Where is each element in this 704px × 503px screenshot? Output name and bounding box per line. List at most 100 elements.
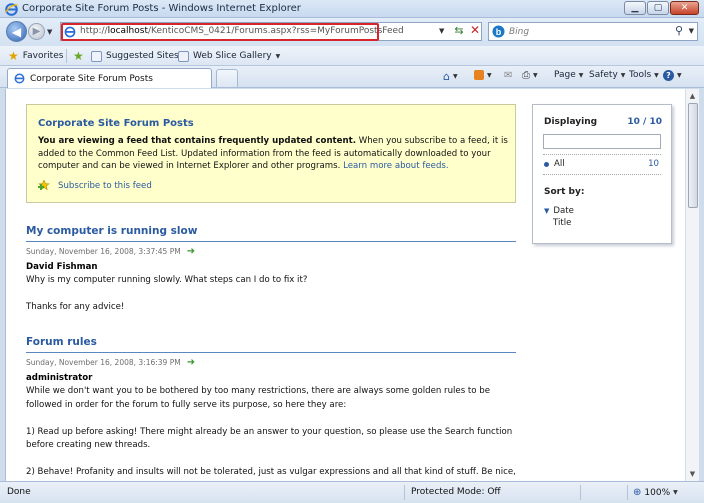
filter-input[interactable] <box>543 134 661 149</box>
post-divider <box>26 241 516 242</box>
chevron-down-icon: ▼ <box>677 72 682 79</box>
page-content: Corporate Site Forum Posts You are viewi… <box>5 89 685 481</box>
tab-corporate-site-forum-posts[interactable]: Corporate Site Forum Posts <box>7 68 212 88</box>
divider <box>627 485 628 500</box>
forward-arrow-icon: ▶ <box>32 26 41 37</box>
feed-title: Corporate Site Forum Posts <box>38 118 194 129</box>
filter-all-count: 10 <box>648 159 659 169</box>
feeds-button[interactable]: ▼ <box>474 70 492 80</box>
favorites-star-icon: ★ <box>8 49 19 63</box>
new-tab-button[interactable] <box>216 69 238 87</box>
subscribe-link[interactable]: Subscribe to this feed <box>58 181 152 191</box>
suggested-sites-icon <box>91 50 102 62</box>
vertical-scrollbar[interactable]: ▲ ▼ <box>685 89 699 481</box>
chevron-down-icon: ▼ <box>452 73 458 80</box>
scroll-up-icon[interactable]: ▲ <box>686 89 699 103</box>
address-dropdown-icon[interactable]: ▼ <box>439 27 444 35</box>
minimize-button[interactable]: ▁ <box>624 1 646 15</box>
read-mail-button[interactable]: ✉ <box>504 70 512 81</box>
post-author: David Fishman <box>26 262 98 272</box>
stop-icon[interactable]: ✕ <box>468 23 482 39</box>
sort-by-title-link[interactable]: Title <box>553 218 571 228</box>
zoom-control[interactable]: ⊕ 100% ▼ <box>633 487 678 498</box>
search-input[interactable]: Bing <box>509 27 529 37</box>
feed-filter-panel: Displaying 10 / 10 All 10 Sort by: ▼ Dat… <box>532 104 672 244</box>
status-text: Done <box>7 487 31 497</box>
bullet-icon <box>544 161 549 167</box>
divider <box>66 49 67 63</box>
home-icon: ⌂ <box>443 70 450 83</box>
favorites-bar: ★ Favorites ★ Suggested Sites ▼ Web Slic… <box>0 46 704 66</box>
search-options-dropdown[interactable]: ▼ <box>689 27 694 35</box>
address-row: ◀ ▶ ▼ http://localhost/KenticoCMS_0421/F… <box>0 18 704 46</box>
search-box[interactable]: b Bing ⚲ ▼ <box>488 22 698 41</box>
chevron-down-icon: ▼ <box>487 71 492 79</box>
sort-by-label: Sort by: <box>544 187 585 197</box>
recent-pages-dropdown[interactable]: ▼ <box>47 28 52 36</box>
scrollbar-thumb[interactable] <box>688 103 698 208</box>
subscribe-row: Subscribe to this feed <box>38 180 152 191</box>
help-button[interactable]: ? ▼ <box>663 70 682 81</box>
maximize-icon: ▢ <box>653 3 663 13</box>
sort-by-date-link[interactable]: ▼ Date <box>544 206 574 216</box>
web-slice-gallery-button[interactable]: Web Slice Gallery ▼ <box>178 49 280 63</box>
forward-button[interactable]: ▶ <box>28 23 45 40</box>
go-to-post-arrow-icon[interactable]: ➜ <box>187 357 195 368</box>
favorites-button[interactable]: ★ Favorites <box>8 49 63 63</box>
post-title-link[interactable]: Forum rules <box>26 336 97 348</box>
sort-descending-icon: ▼ <box>544 207 550 215</box>
refresh-icon[interactable]: ⇆ <box>452 24 466 39</box>
close-icon: ✕ <box>680 3 689 13</box>
post-divider <box>26 352 516 353</box>
chevron-down-icon: ▼ <box>533 72 538 79</box>
add-to-favorites-bar-button[interactable]: ★ <box>73 49 84 63</box>
home-button[interactable]: ⌂ ▼ <box>443 70 458 83</box>
safety-menu[interactable]: Safety ▼ <box>589 70 625 80</box>
address-url[interactable]: http://localhost/KenticoCMS_0421/Forums.… <box>80 26 404 36</box>
subscribe-icon <box>38 180 50 191</box>
divider <box>404 485 405 500</box>
divider <box>543 174 661 175</box>
feed-notice-box: Corporate Site Forum Posts You are viewi… <box>26 104 516 203</box>
add-favorite-icon: ★ <box>73 49 84 63</box>
zoom-icon: ⊕ <box>633 487 642 498</box>
divider <box>580 485 581 500</box>
print-icon: ⎙ <box>522 70 530 81</box>
address-bar[interactable]: http://localhost/KenticoCMS_0421/Forums.… <box>60 22 482 41</box>
feed-icon <box>474 70 484 80</box>
status-bar: Done Protected Mode: Off ⊕ 100% ▼ <box>0 481 704 503</box>
internet-explorer-icon <box>5 3 18 16</box>
displaying-count: 10 / 10 <box>627 117 662 127</box>
tab-page-icon <box>14 73 25 84</box>
post-body: Why is my computer running slowly. What … <box>26 275 308 312</box>
page-menu[interactable]: Page ▼ <box>554 70 583 80</box>
svg-text:b: b <box>496 27 502 37</box>
filter-all-link[interactable]: All <box>544 159 565 169</box>
scroll-down-icon[interactable]: ▼ <box>686 467 699 481</box>
maximize-button[interactable]: ▢ <box>647 1 669 15</box>
suggested-sites-button[interactable]: Suggested Sites ▼ <box>91 49 187 63</box>
post-title-link[interactable]: My computer is running slow <box>26 225 197 237</box>
learn-more-link[interactable]: Learn more about feeds. <box>343 161 449 171</box>
chevron-down-icon: ▼ <box>620 71 626 79</box>
chevron-down-icon: ▼ <box>578 71 584 79</box>
help-icon: ? <box>663 70 674 81</box>
mail-icon: ✉ <box>504 70 513 81</box>
chevron-down-icon: ▼ <box>275 52 281 60</box>
tools-menu[interactable]: Tools ▼ <box>629 70 659 80</box>
back-button[interactable]: ◀ <box>6 21 27 42</box>
post-date: Sunday, November 16, 2008, 3:16:39 PM ➜ <box>26 357 196 368</box>
back-arrow-icon: ◀ <box>11 24 22 39</box>
tab-row: Corporate Site Forum Posts ⌂ ▼ ▼ ✉ ⎙ ▼ P… <box>0 66 704 88</box>
post-body: While we don't want you to be bothered b… <box>26 386 516 481</box>
magnifier-icon[interactable]: ⚲ <box>675 24 683 37</box>
go-to-post-arrow-icon[interactable]: ➜ <box>187 246 195 257</box>
post-author: administrator <box>26 373 93 383</box>
web-slice-icon <box>178 50 189 62</box>
protected-mode-status[interactable]: Protected Mode: Off <box>411 487 501 497</box>
print-button[interactable]: ⎙ ▼ <box>522 70 538 81</box>
close-window-button[interactable]: ✕ <box>670 1 699 15</box>
bing-icon: b <box>492 25 505 38</box>
chevron-down-icon: ▼ <box>654 71 659 79</box>
displaying-label: Displaying <box>544 117 598 127</box>
